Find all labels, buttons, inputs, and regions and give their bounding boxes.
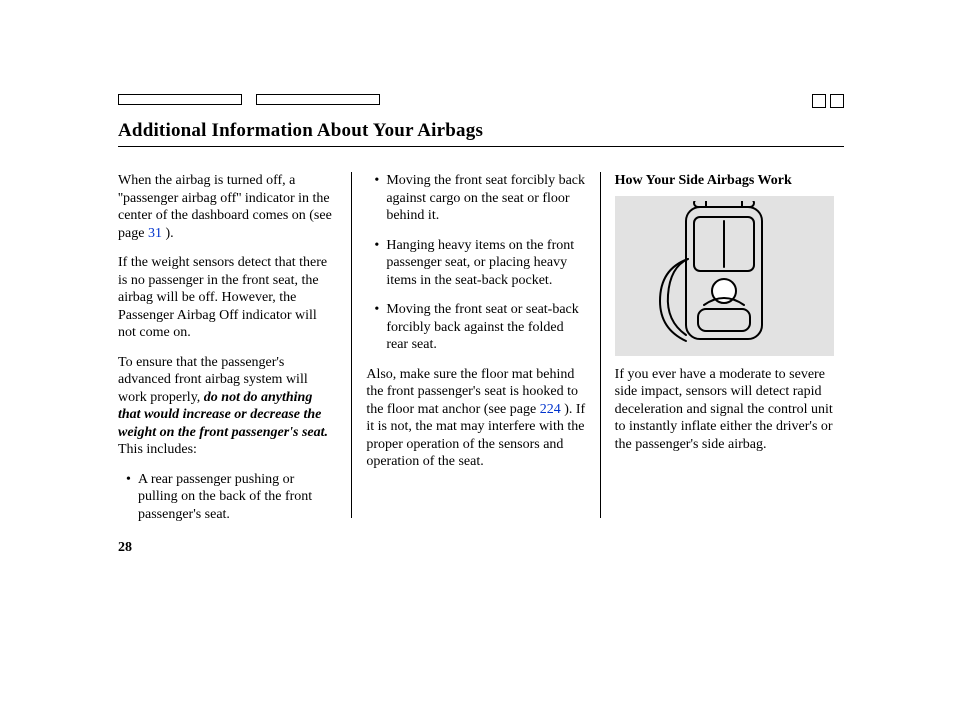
col3-para-1: If you ever have a moderate to severe si…	[615, 366, 834, 454]
column-3: How Your Side Airbags Work	[601, 172, 844, 518]
col2-bullets: Moving the front seat forcibly back agai…	[366, 172, 585, 354]
header-rule-boxes	[118, 94, 844, 112]
page-title: Additional Information About Your Airbag…	[118, 120, 844, 142]
page-link-224[interactable]: 224	[540, 402, 561, 417]
header-square-2	[830, 94, 844, 108]
col1-bullets: A rear passenger pushing or pulling on t…	[118, 471, 337, 524]
header-box-1	[118, 94, 242, 105]
col1-para-1: When the airbag is turned off, a ''passe…	[118, 172, 337, 242]
page-number: 28	[118, 540, 132, 556]
side-airbag-illustration	[615, 196, 834, 356]
column-2: Moving the front seat forcibly back agai…	[352, 172, 599, 518]
col1-para-2: If the weight sensors detect that there …	[118, 254, 337, 342]
col3-subhead: How Your Side Airbags Work	[615, 172, 834, 190]
header-box-2	[256, 94, 380, 105]
column-1: When the airbag is turned off, a ''passe…	[118, 172, 351, 518]
seat-airbag-icon	[654, 201, 794, 351]
text: ).	[162, 226, 174, 241]
title-rule	[118, 146, 844, 147]
header-square-1	[812, 94, 826, 108]
list-item: A rear passenger pushing or pulling on t…	[128, 471, 337, 524]
list-item: Hanging heavy items on the front passeng…	[376, 237, 585, 290]
list-item: Moving the front seat forcibly back agai…	[376, 172, 585, 225]
col2-para-1: Also, make sure the floor mat behind the…	[366, 366, 585, 471]
list-item: Moving the front seat or seat-back forci…	[376, 301, 585, 354]
page: Additional Information About Your Airbag…	[0, 0, 954, 710]
body-columns: When the airbag is turned off, a ''passe…	[118, 172, 844, 518]
col1-para-3: To ensure that the passenger's advanced …	[118, 354, 337, 459]
page-link-31[interactable]: 31	[148, 226, 162, 241]
text: This includes:	[118, 442, 197, 457]
